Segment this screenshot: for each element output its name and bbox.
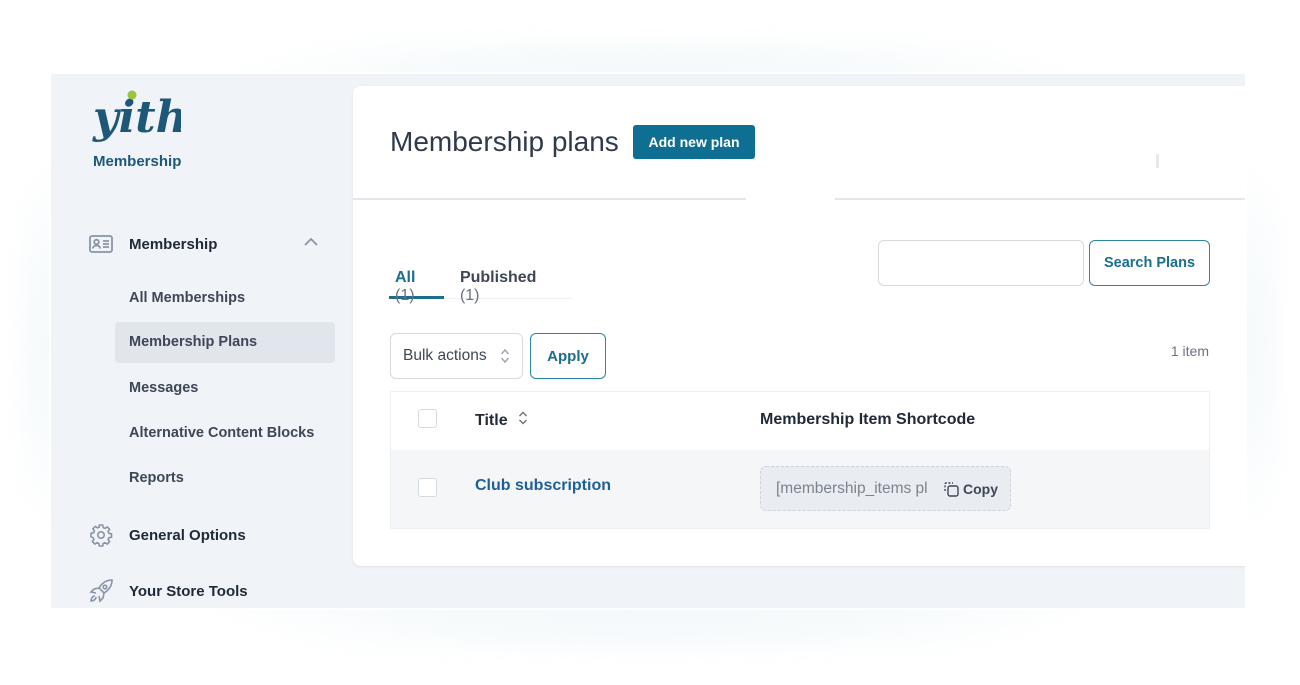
status-tabs: All (1) Published (1)	[389, 269, 573, 304]
sidebar-item-reports[interactable]: Reports	[115, 458, 335, 499]
shortcode-text: [membership_items pl	[776, 479, 928, 497]
sidebar-item-all-memberships[interactable]: All Memberships	[115, 278, 335, 319]
column-header-label: Title	[475, 412, 508, 429]
bulk-actions-select[interactable]: Bulk actions	[390, 333, 523, 379]
sidebar-section-label: General Options	[129, 526, 246, 544]
shortcode-box: [membership_items pl Copy	[760, 466, 1011, 511]
sidebar-section-general-options[interactable]: General Options	[87, 523, 246, 547]
apply-button[interactable]: Apply	[530, 333, 606, 379]
sidebar-section-membership[interactable]: Membership	[87, 232, 217, 256]
search-plans-button[interactable]: Search Plans	[1089, 240, 1210, 286]
tab-all[interactable]: All (1)	[389, 269, 444, 304]
divider-mark	[1156, 154, 1159, 168]
sidebar-item-membership-plans[interactable]: Membership Plans	[115, 322, 335, 363]
svg-text:yith: yith	[92, 92, 181, 142]
rocket-icon	[87, 579, 115, 603]
add-new-plan-button[interactable]: Add new plan	[633, 125, 755, 159]
tab-count: (1)	[459, 287, 480, 304]
bulk-actions-value: Bulk actions	[403, 347, 487, 364]
app-window: yith Membership Membership All Membershi…	[49, 72, 1247, 610]
header-divider	[835, 198, 1245, 200]
tab-label: All	[395, 269, 416, 286]
sort-icon	[518, 411, 528, 428]
row-checkbox[interactable]	[418, 478, 437, 497]
plugin-name: Membership	[93, 153, 182, 170]
search-input[interactable]	[878, 240, 1084, 286]
sidebar-item-messages[interactable]: Messages	[115, 368, 335, 409]
copy-label: Copy	[963, 480, 998, 497]
select-arrows-icon	[500, 348, 510, 365]
column-header-shortcode: Membership Item Shortcode	[760, 411, 976, 428]
tab-count: (1)	[395, 287, 415, 304]
select-all-checkbox[interactable]	[418, 409, 437, 428]
items-count: 1 item	[1170, 343, 1209, 359]
sidebar-item-alternative-content-blocks[interactable]: Alternative Content Blocks	[115, 413, 335, 454]
sidebar-section-your-store-tools[interactable]: Your Store Tools	[87, 579, 248, 603]
table-row: Club subscription [membership_items pl C…	[391, 450, 1209, 528]
id-card-icon	[87, 232, 115, 256]
plans-table: Title Membership Item Shortcode Club sub…	[390, 391, 1210, 529]
page-title: Membership plans	[390, 126, 619, 157]
tab-label: Published	[459, 269, 537, 286]
yith-logo: yith	[92, 90, 181, 142]
table-header: Title Membership Item Shortcode	[391, 392, 1209, 450]
gear-icon	[87, 523, 115, 547]
tab-published[interactable]: Published (1)	[454, 269, 563, 304]
main-panel: Membership plans Add new plan All (1) Pu…	[353, 86, 1245, 566]
sidebar-section-label: Membership	[129, 235, 218, 253]
copy-shortcode-button[interactable]: Copy	[942, 480, 998, 498]
copy-icon	[944, 481, 959, 497]
chevron-up-icon[interactable]	[303, 236, 319, 248]
sidebar-section-label: Your Store Tools	[129, 582, 248, 600]
plan-title-link[interactable]: Club subscription	[475, 477, 611, 495]
column-header-title[interactable]: Title	[475, 411, 528, 430]
header-divider	[353, 198, 746, 200]
